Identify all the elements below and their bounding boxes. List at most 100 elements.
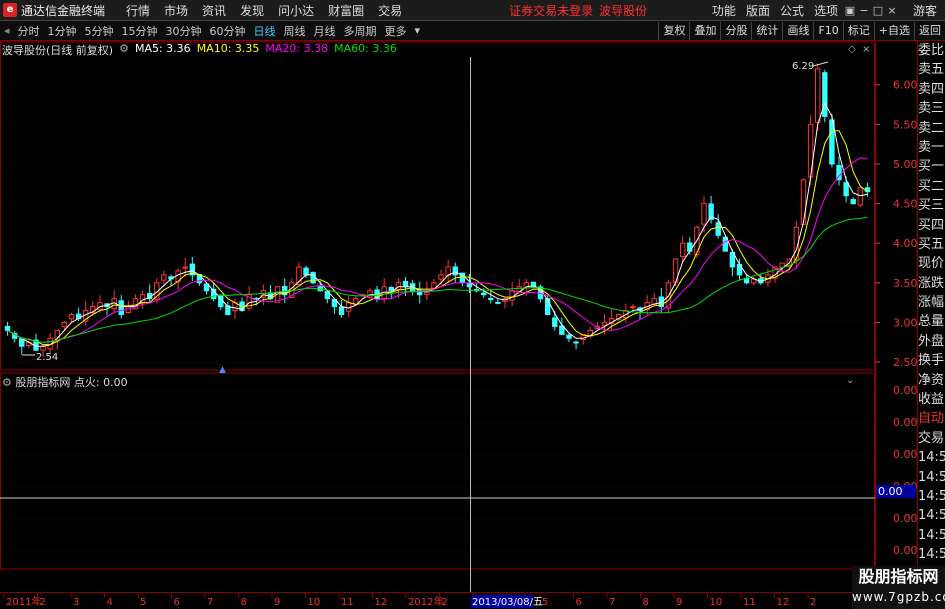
candle-body xyxy=(303,267,309,276)
date-tick-label: 12 xyxy=(777,597,790,608)
price-tick-label: 6.00 xyxy=(893,79,918,92)
quote-panel-item: 涨跌 xyxy=(918,275,945,291)
price-tick-label: 5.50 xyxy=(893,118,918,131)
candle-body xyxy=(509,290,515,301)
candle-body xyxy=(815,68,821,123)
low-price-label: 2.54 xyxy=(36,352,58,363)
date-tick-label: 9 xyxy=(676,597,682,608)
candle-body xyxy=(630,306,636,309)
close-icon[interactable]: × xyxy=(862,44,870,55)
candle-body xyxy=(800,179,807,225)
quote-panel-item: 外盘 xyxy=(918,333,945,349)
quote-panel-item: 净资 xyxy=(918,372,945,388)
candle-body xyxy=(480,292,487,296)
quote-panel-item: 委比 xyxy=(918,43,945,58)
sub-tick-label: 0.00 xyxy=(893,448,918,461)
sub-tick-label: 0.00 xyxy=(893,384,918,397)
watermark-url: www.7gpzb.com xyxy=(852,590,945,604)
indicator-settings-icon[interactable]: ⚙ xyxy=(2,376,12,389)
quote-panel-item: 买三 xyxy=(918,198,945,214)
collapse-icon[interactable]: ⌄ xyxy=(846,375,854,386)
main-plot-frame xyxy=(0,41,875,371)
candle-body xyxy=(843,182,849,197)
quote-panel-item: 14:56 xyxy=(918,469,945,485)
high-price-pointer xyxy=(812,61,829,67)
sub-plot-frame xyxy=(0,372,875,570)
date-tick-label: 10 xyxy=(710,597,723,608)
candle-body xyxy=(687,242,693,252)
candle-body xyxy=(40,345,46,351)
candle-body xyxy=(182,266,188,269)
quote-panel-item: 卖二 xyxy=(918,120,945,136)
kline-chart[interactable]: 6.00 5.50 5.00 4.50 4.00 3.50 3.00 2.50 0.00 0.00… xyxy=(0,0,945,609)
date-tick-label: 6 xyxy=(576,597,582,608)
candle-body xyxy=(4,325,11,331)
quote-panel-item: 买五 xyxy=(918,236,945,252)
high-price-label: 6.29 xyxy=(792,61,814,72)
sub-tick-label: 0.00 xyxy=(893,512,918,525)
date-tick-label: 8 xyxy=(241,597,247,608)
ma20-line xyxy=(7,157,868,343)
sub-cursor-value: 0.00 xyxy=(878,485,903,498)
candle-body xyxy=(68,314,75,320)
event-marker-icon[interactable]: ▲ xyxy=(219,365,226,375)
cursor-date-label: 2013/03/08/五 xyxy=(472,597,543,608)
indicator-legend: ⚙ 股朋指标网 点火: 0.00 xyxy=(2,374,128,390)
date-tick-label: 6 xyxy=(174,597,180,608)
date-tick-label: 2 xyxy=(40,597,46,608)
quote-panel-item: 卖一 xyxy=(918,139,945,155)
diamond-icon[interactable]: ◇ xyxy=(848,44,856,55)
quote-panel-item: 换手 xyxy=(918,353,945,369)
ma5-line xyxy=(7,101,868,347)
date-tick-label: 7 xyxy=(207,597,213,608)
candle-body xyxy=(743,277,750,284)
date-tick-label: 4 xyxy=(107,597,113,608)
candle-body xyxy=(701,203,707,225)
price-tick-label: 5.00 xyxy=(893,158,918,171)
indicator-label: 股朋指标网 点火: 0.00 xyxy=(15,376,128,389)
date-tick-label: 8 xyxy=(643,597,649,608)
candle-body xyxy=(495,301,501,304)
settings-icon[interactable]: ⚙ xyxy=(119,42,129,56)
quote-panel-item[interactable]: 交易 xyxy=(918,429,945,448)
candle-body xyxy=(310,272,316,284)
chart-stock-title: 波导股份(日线 前复权) xyxy=(2,44,114,57)
price-tick-label: 2.50 xyxy=(893,356,918,369)
candle-body xyxy=(402,280,409,288)
date-tick-label: 9 xyxy=(274,597,280,608)
quote-panel-item: 14:56 xyxy=(918,488,945,504)
candle-body xyxy=(488,298,494,301)
watermark-title: 股朋指标网 xyxy=(858,567,939,586)
candle-body xyxy=(552,317,558,327)
quote-panel-item: 卖五 xyxy=(918,62,945,78)
ma20-value: MA20: 3.38 xyxy=(265,42,329,55)
candle-body xyxy=(161,274,167,281)
quote-panel-item: 14:56 xyxy=(918,450,945,466)
quote-panel-item: 现价 xyxy=(918,256,945,272)
ma10-value: MA10: 3.35 xyxy=(196,42,260,55)
candle-body xyxy=(822,72,828,117)
quote-panel-item[interactable]: 自动 xyxy=(918,409,945,428)
date-tick-label: 11 xyxy=(341,597,354,608)
quote-panel-item: 卖三 xyxy=(918,101,945,117)
candle-body xyxy=(367,290,373,298)
candle-body xyxy=(857,187,864,206)
price-tick-label: 3.00 xyxy=(893,316,918,329)
ma5-value: MA5: 3.36 xyxy=(134,42,191,55)
ma60-value: MA60: 3.36 xyxy=(334,42,397,55)
quote-panel-item: 买四 xyxy=(918,217,945,233)
candle-body xyxy=(715,222,721,236)
candle-body xyxy=(466,282,473,288)
date-tick-label: 2 xyxy=(442,597,448,608)
quote-panel-item: 14:56 xyxy=(918,508,945,524)
date-tick-label: 3 xyxy=(73,597,79,608)
quote-panel-item: 卖四 xyxy=(918,81,945,97)
quote-side-panel: 委比 卖五 卖四 卖三 卖二 卖一 买一 买二 买三 买四 买五 现价 涨跌 涨幅 总量 外盘 换手 净资 收益 自动… xyxy=(917,41,945,601)
price-tick-label: 4.00 xyxy=(893,237,918,250)
tdx-terminal-window: e 通达信金融终端 行情 市场 资讯 发现 问小达 财富圈 交易 证券交易未登录… xyxy=(0,0,945,609)
date-tick-label: 12 xyxy=(375,597,388,608)
quote-panel-item: 收益 xyxy=(918,392,945,408)
date-tick-label: 11 xyxy=(743,597,756,608)
candle-body xyxy=(566,334,572,339)
quote-panel-item: 14:56 xyxy=(918,547,945,563)
